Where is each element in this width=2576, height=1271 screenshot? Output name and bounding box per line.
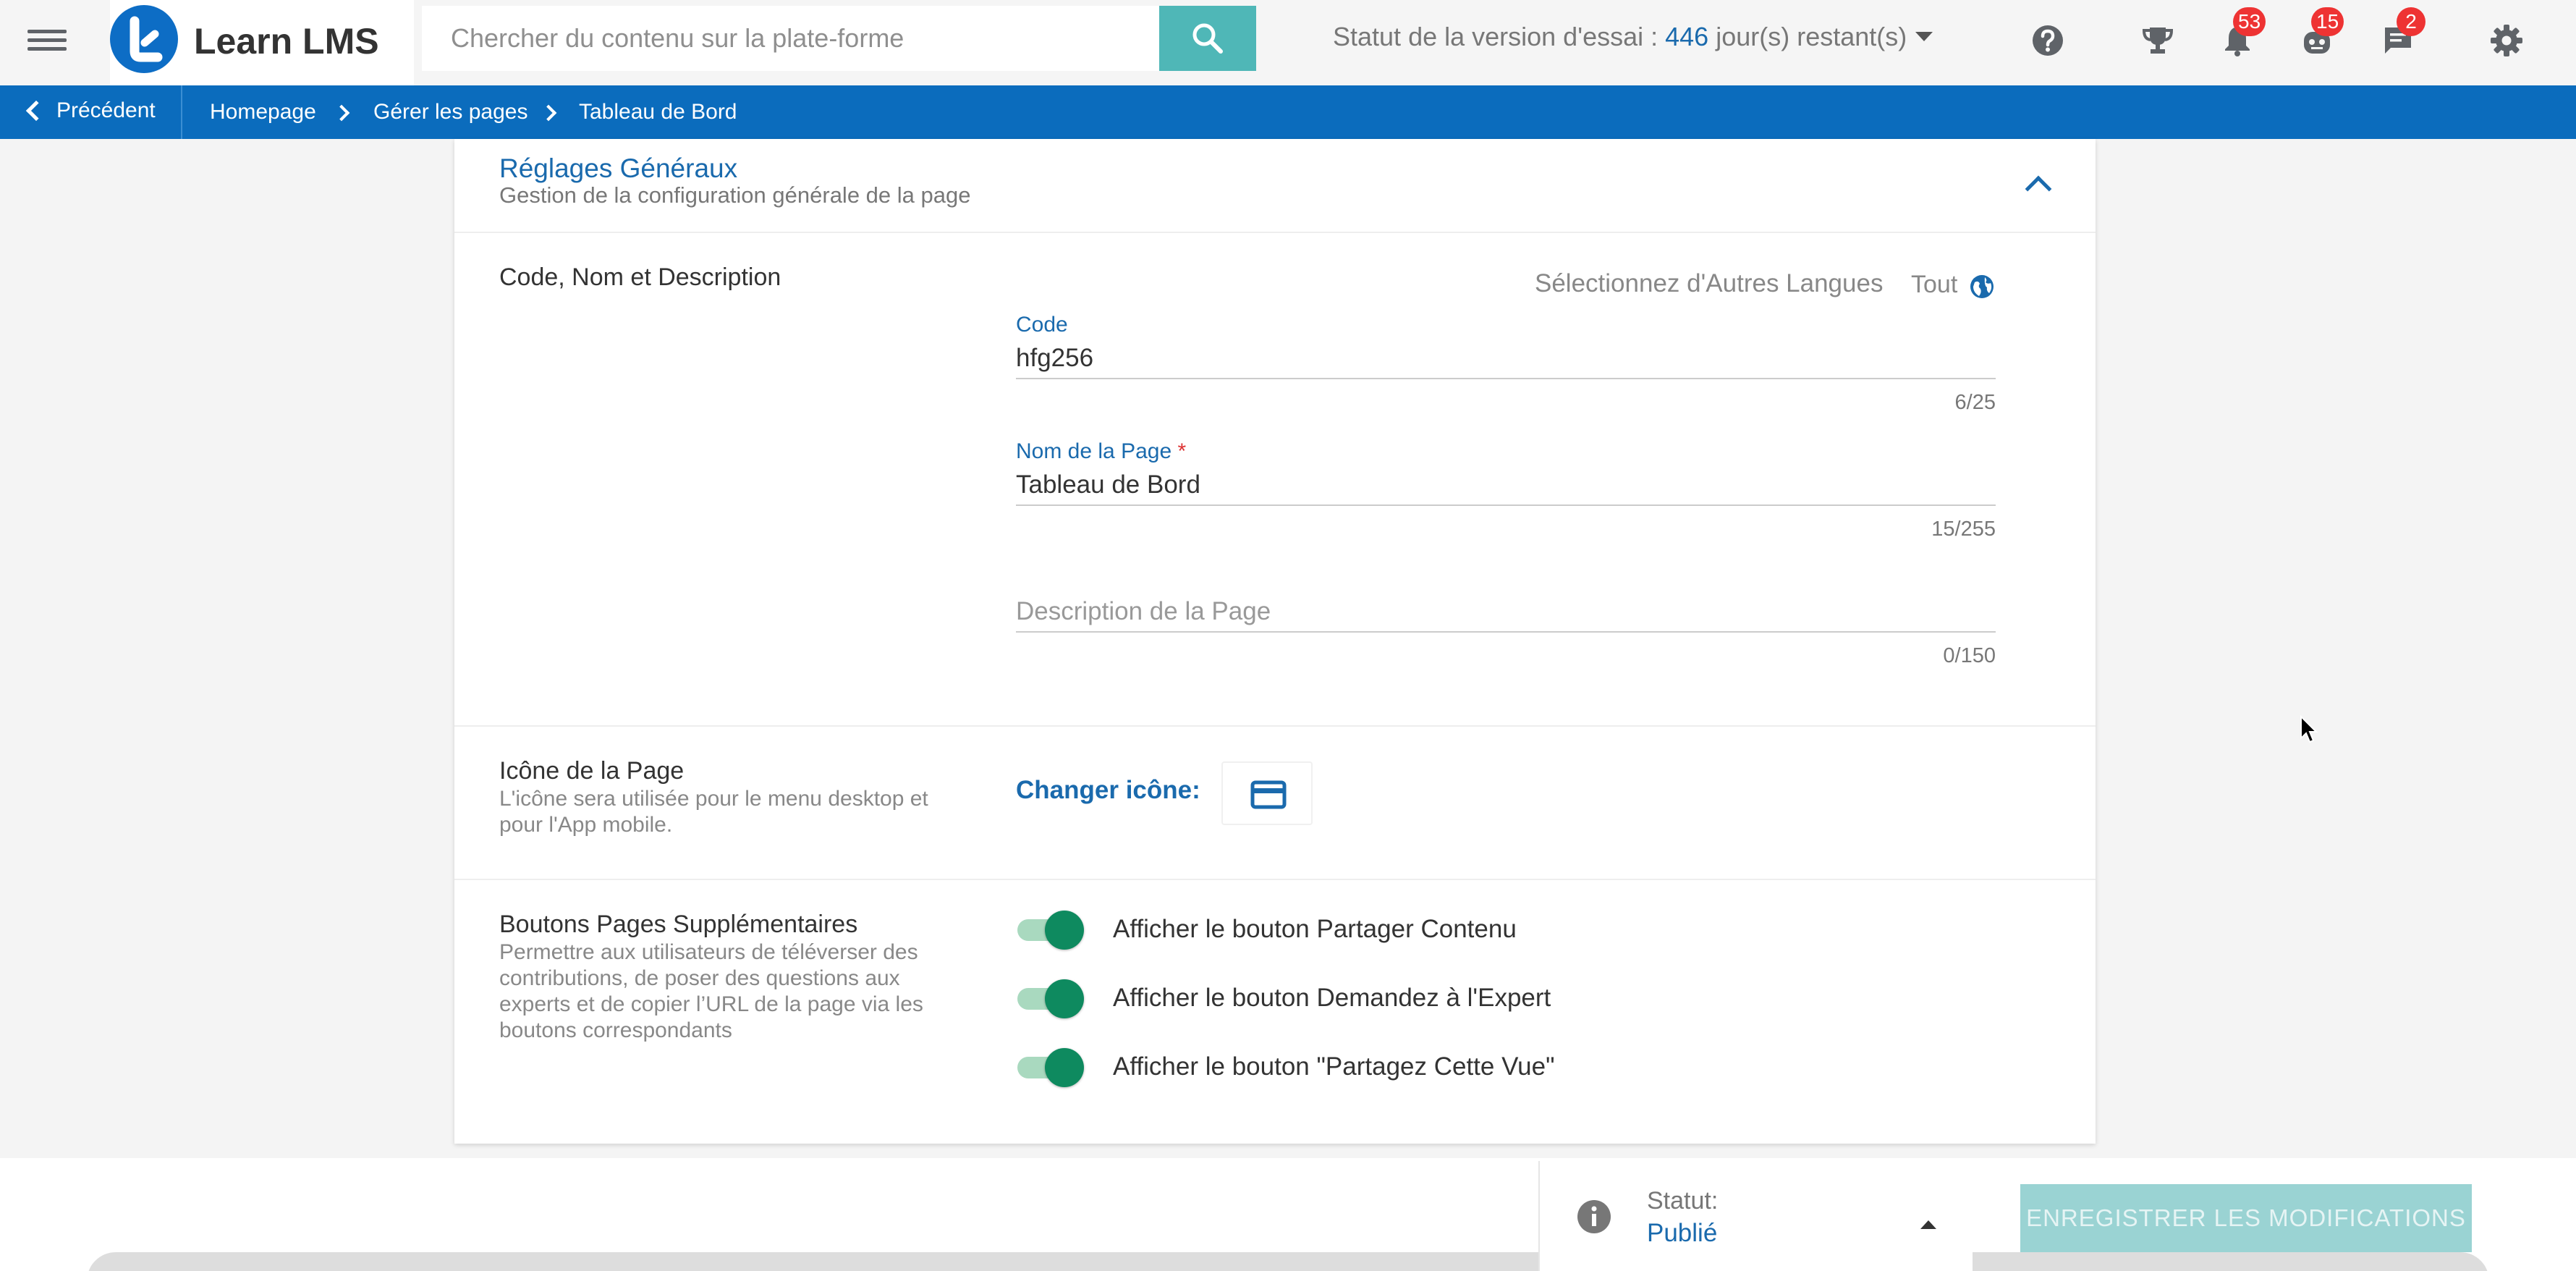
caret-up-icon bbox=[1920, 1220, 1936, 1229]
languages-all-link[interactable]: Tout bbox=[1911, 271, 1957, 299]
caret-down-icon bbox=[1915, 32, 1933, 41]
messages-button[interactable]: 2 bbox=[2376, 7, 2425, 62]
back-button[interactable]: Précédent bbox=[0, 85, 182, 139]
change-icon-button[interactable]: Changer icône: bbox=[1016, 776, 1200, 805]
ask-expert-toggle-row: Afficher le bouton Demandez à l'Expert bbox=[1016, 975, 1884, 1018]
gear-icon bbox=[2491, 25, 2522, 56]
trophy-icon bbox=[2142, 28, 2174, 54]
bot-badge: 15 bbox=[2311, 7, 2344, 36]
trial-status-dropdown[interactable]: Statut de la version d'essai : 446 jour(… bbox=[1333, 22, 1933, 52]
page-name-label-text: Nom de la Page bbox=[1016, 439, 1172, 463]
extra-buttons-section-title: Boutons Pages Supplémentaires bbox=[499, 911, 858, 938]
back-label: Précédent bbox=[56, 98, 156, 122]
trophy-button[interactable] bbox=[2136, 19, 2179, 62]
bot-button[interactable]: 15 bbox=[2295, 7, 2344, 62]
search-icon bbox=[1192, 23, 1223, 54]
top-bar: Learn LMS Statut de la version d'essai :… bbox=[0, 0, 2576, 85]
breadcrumb-homepage[interactable]: Homepage bbox=[210, 100, 316, 124]
code-char-count: 6/25 bbox=[1954, 391, 1996, 414]
logo-icon bbox=[110, 5, 178, 73]
notifications-badge: 53 bbox=[2233, 7, 2266, 36]
general-settings-header[interactable]: Réglages Généraux Gestion de la configur… bbox=[454, 139, 2096, 233]
page-icon-section-desc: L'icône sera utilisée pour le menu deskt… bbox=[499, 787, 928, 837]
chevron-right-icon bbox=[333, 104, 350, 122]
breadcrumb: Précédent Homepage Gérer les pages Table… bbox=[0, 85, 2576, 139]
search-input[interactable] bbox=[422, 6, 1160, 71]
help-icon bbox=[2033, 25, 2063, 56]
select-languages-link[interactable]: Sélectionnez d'Autres Langues bbox=[1535, 269, 1883, 298]
divider bbox=[454, 879, 2096, 880]
bottom-panel-edge bbox=[87, 1252, 2489, 1271]
menu-icon[interactable] bbox=[27, 25, 67, 61]
page-description-char-count: 0/150 bbox=[1943, 644, 1996, 667]
mouse-cursor-icon bbox=[2300, 715, 2318, 743]
page-icon-section-title: Icône de la Page bbox=[499, 757, 685, 785]
code-section-title: Code, Nom et Description bbox=[499, 263, 781, 291]
brand-name: Learn LMS bbox=[194, 21, 379, 62]
share-content-toggle-row: Afficher le bouton Partager Contenu bbox=[1016, 906, 1884, 950]
notifications-button[interactable]: 53 bbox=[2216, 7, 2266, 62]
chevron-up-icon[interactable] bbox=[2025, 175, 2052, 203]
breadcrumb-manage-pages[interactable]: Gérer les pages bbox=[373, 100, 528, 124]
globe-icon[interactable] bbox=[1969, 274, 1995, 300]
info-icon bbox=[1577, 1200, 1611, 1233]
ask-expert-toggle[interactable] bbox=[1016, 979, 1085, 1018]
general-settings-title: Réglages Généraux bbox=[499, 153, 738, 183]
search-box bbox=[422, 6, 1160, 71]
status-dropdown[interactable]: Statut: Publié bbox=[1538, 1161, 1973, 1271]
save-changes-button[interactable]: ENREGISTRER LES MODIFICATIONS bbox=[2020, 1184, 2472, 1252]
divider bbox=[454, 725, 2096, 727]
breadcrumb-current-page: Tableau de Bord bbox=[579, 100, 737, 124]
settings-button[interactable] bbox=[2485, 19, 2528, 62]
page-description-input[interactable] bbox=[1016, 592, 1996, 633]
credit-card-icon bbox=[1250, 780, 1287, 809]
share-content-toggle[interactable] bbox=[1016, 911, 1085, 950]
help-button[interactable] bbox=[2026, 19, 2069, 62]
chevron-right-icon bbox=[540, 104, 557, 122]
brand[interactable]: Learn LMS bbox=[110, 0, 414, 85]
page-icon-preview[interactable] bbox=[1221, 761, 1313, 825]
status-label: Statut: bbox=[1647, 1187, 1719, 1215]
share-view-toggle-row: Afficher le bouton "Partagez Cette Vue" bbox=[1016, 1044, 1884, 1087]
chevron-left-icon bbox=[25, 100, 47, 122]
trial-days: 446 bbox=[1665, 22, 1709, 51]
share-content-toggle-label: Afficher le bouton Partager Contenu bbox=[1113, 915, 1517, 943]
required-marker: * bbox=[1177, 439, 1187, 463]
general-settings-subtitle: Gestion de la configuration générale de … bbox=[499, 182, 971, 208]
code-input[interactable] bbox=[1016, 339, 1996, 379]
code-label: Code bbox=[1016, 313, 1068, 337]
messages-badge: 2 bbox=[2397, 7, 2425, 36]
trial-status-prefix: Statut de la version d'essai : bbox=[1333, 22, 1666, 51]
trial-status-suffix: jour(s) restant(s) bbox=[1708, 22, 1907, 51]
page-name-char-count: 15/255 bbox=[1931, 518, 1996, 541]
share-view-toggle[interactable] bbox=[1016, 1048, 1085, 1087]
page-name-input[interactable] bbox=[1016, 465, 1996, 506]
extra-buttons-section-desc: Permettre aux utilisateurs de téléverser… bbox=[499, 940, 923, 1042]
ask-expert-toggle-label: Afficher le bouton Demandez à l'Expert bbox=[1113, 984, 1551, 1012]
status-value: Publié bbox=[1647, 1219, 1718, 1247]
search-button[interactable] bbox=[1159, 6, 1256, 71]
general-settings-card: Réglages Généraux Gestion de la configur… bbox=[454, 139, 2096, 1144]
page-name-label: Nom de la Page * bbox=[1016, 439, 1186, 464]
share-view-toggle-label: Afficher le bouton "Partagez Cette Vue" bbox=[1113, 1052, 1555, 1081]
